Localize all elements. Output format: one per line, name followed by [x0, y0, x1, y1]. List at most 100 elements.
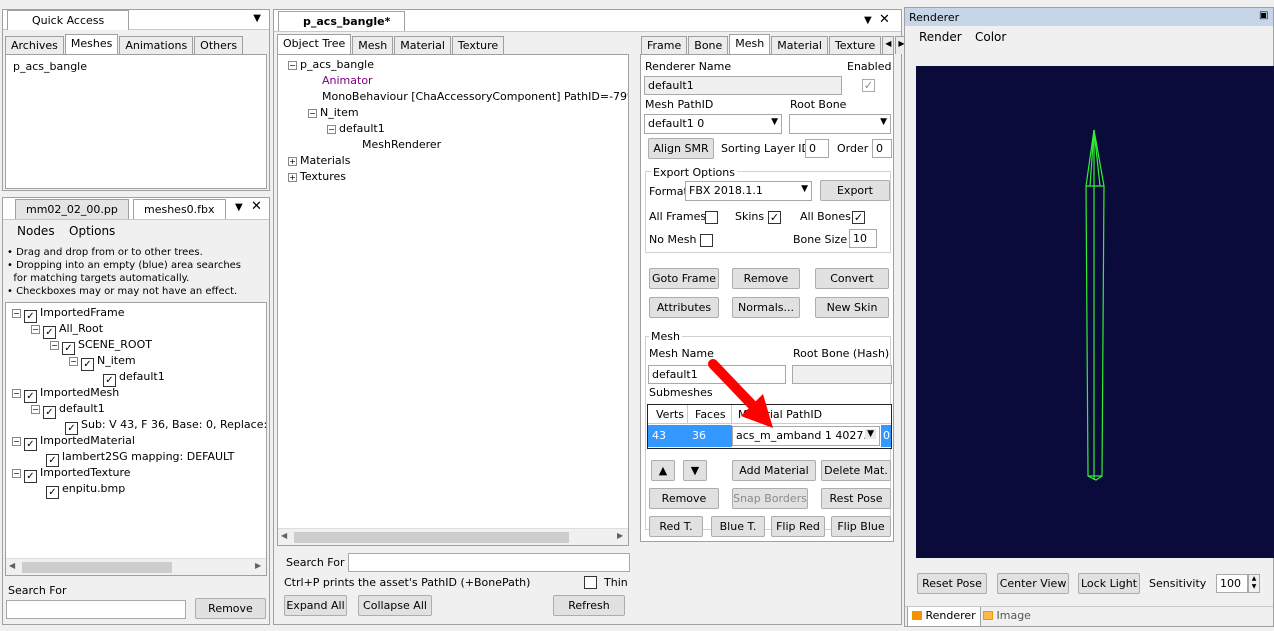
dropdown-icon[interactable]: ▼	[235, 202, 243, 213]
tree-node[interactable]: Sub: V 43, F 36, Base: 0, Replace: True	[65, 417, 266, 435]
thin-checkbox[interactable]	[584, 576, 597, 589]
flip-red-button[interactable]: Flip Red	[771, 516, 825, 537]
sorting-layer-field[interactable]: 0	[805, 139, 829, 158]
all-frames-checkbox[interactable]	[705, 211, 718, 224]
collapse-all-button[interactable]: Collapse All	[358, 595, 432, 616]
dropdown-icon[interactable]: ▼	[253, 13, 261, 24]
tree-node-materials[interactable]: + Materials	[288, 153, 350, 169]
tree-node[interactable]: −ImportedMesh	[12, 385, 119, 403]
tree-node[interactable]: default1	[103, 369, 165, 387]
scroll-left-icon[interactable]: ◀	[281, 531, 287, 540]
tree-node-textures[interactable]: + Textures	[288, 169, 346, 185]
tab-meshes[interactable]: Meshes	[64, 34, 119, 54]
tab-mesh[interactable]: Mesh	[352, 36, 394, 54]
enabled-checkbox[interactable]	[862, 79, 875, 92]
format-select[interactable]: FBX 2018.1.1 ▼	[685, 181, 812, 201]
scroll-right-icon[interactable]: ▶	[255, 561, 261, 570]
export-button[interactable]: Export	[820, 180, 890, 201]
sensitivity-stepper[interactable]: 100	[1216, 574, 1248, 593]
tab-others[interactable]: Others	[194, 36, 244, 54]
menu-options[interactable]: Options	[69, 224, 115, 238]
tab-material[interactable]: Material	[394, 36, 451, 54]
delete-material-button[interactable]: Delete Mat.	[821, 460, 891, 481]
scroll-left-icon[interactable]: ◀	[9, 561, 15, 570]
reset-pose-button[interactable]: Reset Pose	[917, 573, 987, 594]
tree-node[interactable]: −ImportedMaterial	[12, 433, 135, 451]
tab-scroll-left-icon[interactable]: ◀	[882, 36, 895, 54]
object-tree[interactable]: − p_acs_bangle Animator MonoBehaviour [Ch…	[277, 54, 629, 546]
search-input[interactable]	[6, 600, 186, 619]
meshes-list[interactable]: p_acs_bangle	[5, 54, 267, 189]
red-t-button[interactable]: Red T.	[649, 516, 703, 537]
goto-frame-button[interactable]: Goto Frame	[649, 268, 719, 289]
grid-cell-verts[interactable]: 43	[648, 425, 688, 447]
tab-image[interactable]: Image	[979, 607, 1035, 627]
tree-node[interactable]: enpitu.bmp	[46, 481, 125, 499]
blue-t-button[interactable]: Blue T.	[711, 516, 765, 537]
tree-node[interactable]: −All_Root	[31, 321, 103, 339]
attributes-button[interactable]: Attributes	[649, 297, 719, 318]
search-input[interactable]	[348, 553, 630, 572]
render-viewport[interactable]	[916, 66, 1274, 558]
scrollbar-thumb[interactable]	[294, 532, 569, 543]
new-skin-button[interactable]: New Skin	[815, 297, 889, 318]
close-icon[interactable]: ✕	[251, 199, 262, 214]
tree-node-n-item[interactable]: − N_item	[308, 105, 359, 121]
close-icon[interactable]: ✕	[879, 12, 890, 27]
lock-light-button[interactable]: Lock Light	[1078, 573, 1140, 594]
tree-node-animator[interactable]: Animator	[322, 73, 373, 89]
snap-borders-button[interactable]: Snap Borders	[732, 488, 808, 509]
bone-size-field[interactable]: 10	[849, 229, 877, 248]
tree-node[interactable]: −SCENE_ROOT	[50, 337, 152, 355]
stepper-arrows-icon[interactable]: ▲ ▼	[1248, 574, 1260, 593]
horizontal-scrollbar[interactable]: ◀ ▶	[6, 558, 266, 575]
root-bone-hash-field[interactable]	[792, 365, 892, 384]
list-item[interactable]: p_acs_bangle	[13, 60, 87, 73]
normals-button[interactable]: Normals...	[732, 297, 800, 318]
tab-meshes0-fbx[interactable]: meshes0.fbx	[133, 199, 226, 219]
remove-button[interactable]: Remove	[195, 598, 266, 619]
tab-texture[interactable]: Texture	[828, 36, 882, 54]
scroll-right-icon[interactable]: ▶	[617, 531, 623, 540]
no-mesh-checkbox[interactable]	[700, 234, 713, 247]
remove-button[interactable]: Remove	[732, 268, 800, 289]
dropdown-icon[interactable]: ▼	[864, 15, 872, 26]
renderer-name-field[interactable]: default1	[644, 76, 842, 95]
menu-nodes[interactable]: Nodes	[17, 224, 55, 238]
pin-icon[interactable]: ▣	[1259, 10, 1268, 21]
remove-submesh-button[interactable]: Remove	[649, 488, 719, 509]
tree-node-monobehaviour[interactable]: MonoBehaviour [ChaAccessoryComponent] Pa…	[322, 89, 628, 105]
quick-access-title[interactable]: Quick Access	[7, 10, 130, 30]
order-field[interactable]: 0	[872, 139, 892, 158]
rest-pose-button[interactable]: Rest Pose	[821, 488, 891, 509]
all-bones-checkbox[interactable]	[852, 211, 865, 224]
center-view-button[interactable]: Center View	[997, 573, 1069, 594]
grid-cell-extra[interactable]: 0	[881, 425, 891, 447]
flip-blue-button[interactable]: Flip Blue	[831, 516, 891, 537]
menu-color[interactable]: Color	[975, 30, 1006, 44]
tab-bone[interactable]: Bone	[688, 36, 729, 54]
tree-node[interactable]: −ImportedFrame	[12, 305, 125, 323]
grid-header-verts[interactable]: Verts	[648, 405, 688, 424]
add-material-button[interactable]: Add Material	[732, 460, 816, 481]
document-tab[interactable]: p_acs_bangle*	[278, 11, 406, 31]
expand-all-button[interactable]: Expand All	[284, 595, 347, 616]
refresh-button[interactable]: Refresh	[553, 595, 625, 616]
root-bone-select[interactable]: ▼	[789, 114, 891, 134]
import-tree[interactable]: −ImportedFrame −All_Root −SCENE_ROOT −N_…	[5, 302, 267, 576]
scrollbar-thumb[interactable]	[22, 562, 172, 573]
move-down-button[interactable]: ▼	[683, 460, 707, 481]
tree-node[interactable]: −ImportedTexture	[12, 465, 131, 483]
tab-frame[interactable]: Frame	[641, 36, 688, 54]
align-smr-button[interactable]: Align SMR	[648, 138, 714, 159]
convert-button[interactable]: Convert	[815, 268, 889, 289]
horizontal-scrollbar[interactable]: ◀ ▶	[278, 528, 628, 545]
tab-texture[interactable]: Texture	[451, 36, 505, 54]
tab-animations[interactable]: Animations	[119, 36, 194, 54]
tab-mesh[interactable]: Mesh	[729, 34, 771, 54]
move-up-button[interactable]: ▲	[651, 460, 675, 481]
mesh-pathid-select[interactable]: default1 0 ▼	[644, 114, 782, 134]
tab-material[interactable]: Material	[771, 36, 828, 54]
tree-node[interactable]: −default1	[31, 401, 105, 419]
skins-checkbox[interactable]	[768, 211, 781, 224]
